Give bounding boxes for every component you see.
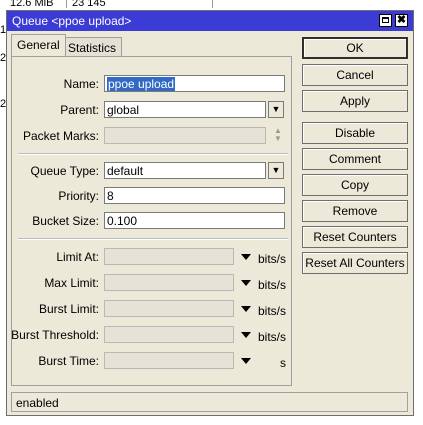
background-size-text: 12.6 MiB: [10, 0, 54, 9]
separator: [18, 238, 288, 240]
burst-time-input[interactable]: [104, 352, 234, 369]
burst-time-label: Burst Time:: [38, 354, 99, 368]
burst-limit-label: Burst Limit:: [38, 302, 99, 316]
cancel-button[interactable]: Cancel: [302, 64, 408, 86]
burst-limit-input[interactable]: [104, 300, 234, 317]
packet-marks-label: Packet Marks:: [22, 129, 99, 143]
name-label: Name:: [63, 77, 99, 91]
title-bar[interactable]: Queue <ppoe upload> ✖: [7, 11, 413, 31]
maximize-icon[interactable]: [379, 14, 392, 27]
status-bar: enabled: [11, 392, 408, 412]
burst-threshold-label: Burst Threshold:: [11, 328, 99, 342]
queue-dialog: Queue <ppoe upload> ✖ Statistics General…: [6, 10, 414, 416]
priority-label: Priority:: [58, 189, 99, 203]
updown-arrows-icon[interactable]: ▲ ▼: [272, 127, 284, 144]
burst-limit-unit: bits/s: [258, 304, 287, 318]
comment-button[interactable]: Comment: [302, 148, 408, 170]
bucket-size-label: Bucket Size:: [32, 214, 99, 228]
packet-marks-select[interactable]: [104, 127, 266, 144]
tab-general[interactable]: General: [11, 34, 66, 57]
burst-limit-dropdown-icon[interactable]: [241, 306, 251, 312]
copy-button[interactable]: Copy: [302, 174, 408, 196]
parent-select[interactable]: global: [104, 101, 266, 118]
burst-threshold-input[interactable]: [104, 326, 234, 343]
background-divider: [212, 0, 213, 8]
background-divider: [66, 0, 67, 8]
queue-type-select[interactable]: default: [104, 162, 266, 179]
general-panel: Name: ppoe upload Parent: global ▼ Packe…: [11, 56, 292, 386]
priority-input[interactable]: 8: [104, 187, 285, 204]
max-limit-unit: bits/s: [258, 278, 287, 292]
limit-at-dropdown-icon[interactable]: [241, 254, 251, 260]
parent-dropdown-icon[interactable]: ▼: [268, 101, 284, 118]
burst-time-dropdown-icon[interactable]: [241, 358, 251, 364]
window-title: Queue <ppoe upload>: [12, 14, 132, 28]
bucket-size-input[interactable]: 0.100: [104, 212, 285, 229]
max-limit-label: Max Limit:: [44, 276, 99, 290]
close-icon[interactable]: ✖: [395, 14, 408, 27]
apply-button[interactable]: Apply: [302, 90, 408, 112]
parent-label: Parent:: [60, 103, 99, 117]
max-limit-dropdown-icon[interactable]: [241, 280, 251, 286]
tab-statistics[interactable]: Statistics: [62, 37, 123, 57]
limit-at-label: Limit At:: [56, 250, 99, 264]
reset-counters-button[interactable]: Reset Counters: [302, 226, 408, 248]
reset-all-counters-button[interactable]: Reset All Counters: [302, 252, 408, 274]
queue-type-dropdown-icon[interactable]: ▼: [268, 162, 284, 179]
separator: [18, 153, 288, 155]
max-limit-input[interactable]: [104, 274, 234, 291]
burst-threshold-dropdown-icon[interactable]: [241, 332, 251, 338]
name-value: ppoe upload: [107, 77, 176, 91]
name-input[interactable]: ppoe upload: [104, 75, 285, 92]
disable-button[interactable]: Disable: [302, 122, 408, 144]
burst-time-unit: s: [280, 356, 286, 370]
limit-at-input[interactable]: [104, 248, 234, 265]
background-count-text: 23 145: [72, 0, 106, 9]
burst-threshold-unit: bits/s: [258, 330, 287, 344]
queue-type-label: Queue Type:: [30, 164, 100, 178]
limit-at-unit: bits/s: [258, 252, 287, 266]
ok-button[interactable]: OK: [302, 37, 408, 59]
remove-button[interactable]: Remove: [302, 200, 408, 222]
